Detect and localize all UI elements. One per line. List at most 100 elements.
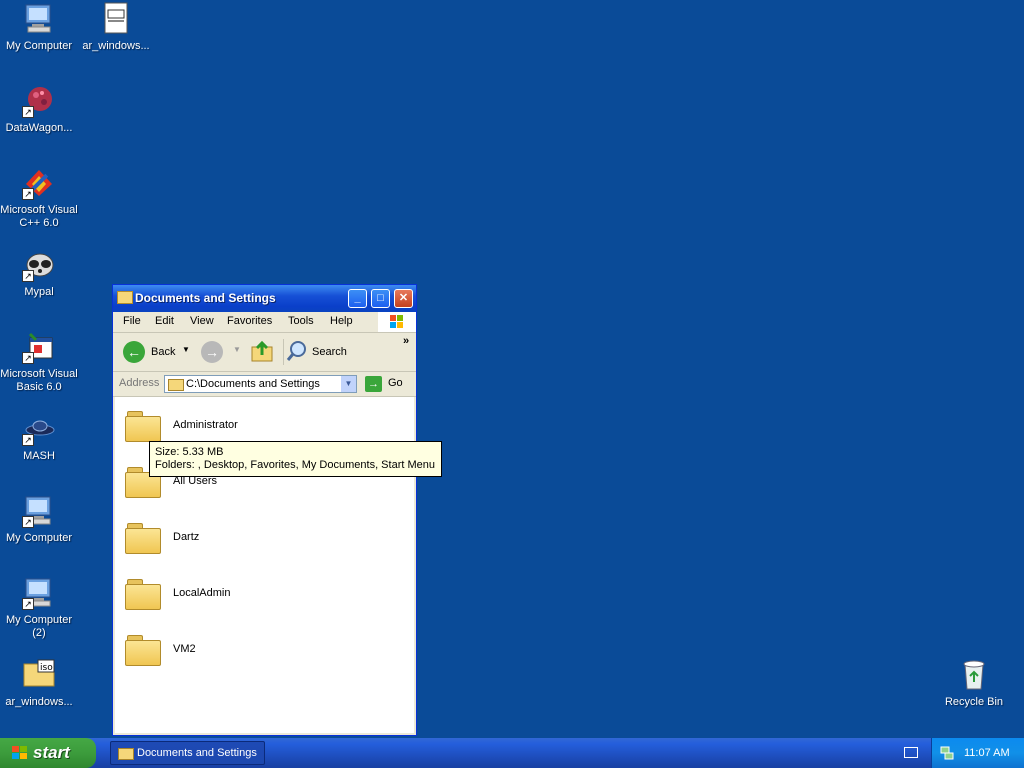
menu-help[interactable]: Help — [330, 315, 353, 327]
svg-text:iso: iso — [40, 663, 53, 673]
desktop-icon-label: My Computer (2) — [5, 614, 73, 639]
desktop-icon-my-computer-2[interactable]: ↗ My Computer (2) — [0, 576, 78, 640]
desktop-icon-label: DataWagon... — [5, 122, 73, 134]
menu-file[interactable]: File — [123, 315, 141, 327]
desktop-icon-label: MASH — [23, 450, 55, 462]
up-folder-icon[interactable] — [250, 339, 274, 363]
menu-favorites[interactable]: Favorites — [227, 315, 272, 327]
clock[interactable]: 11:07 AM — [964, 747, 1010, 759]
desktop-icon-my-computer-shortcut[interactable]: ↗ My Computer — [0, 494, 78, 545]
explorer-window[interactable]: Documents and Settings _ □ ✕ File Edit V… — [112, 284, 417, 736]
shortcut-arrow-icon: ↗ — [22, 598, 34, 610]
back-button-label[interactable]: Back — [151, 346, 175, 358]
search-button-label[interactable]: Search — [312, 346, 347, 358]
toolbar-separator — [283, 339, 284, 365]
list-item[interactable]: LocalAdmin — [123, 575, 393, 619]
folder-name: Dartz — [173, 531, 200, 543]
back-arrow-icon[interactable]: ← — [123, 341, 145, 363]
desktop-icon-label: Mypal — [24, 286, 54, 298]
desktop-icon-datawagon[interactable]: ↗ DataWagon... — [0, 84, 78, 135]
address-bar: Address C:\Documents and Settings ▼ → Go — [113, 372, 416, 397]
folder-icon — [125, 635, 161, 666]
go-arrow-icon[interactable]: → — [365, 376, 382, 392]
desktop-icon-my-computer[interactable]: My Computer — [0, 2, 78, 53]
folder-name: VM2 — [173, 643, 196, 655]
window-title: Documents and Settings — [135, 291, 276, 305]
shortcut-arrow-icon: ↗ — [22, 352, 34, 364]
folder-name: Administrator — [173, 419, 238, 431]
desktop-icon-label: My Computer — [5, 40, 73, 52]
desktop-icon-ar-windows[interactable]: ar_windows... — [77, 2, 155, 53]
desktop-icon-mypal[interactable]: ↗ Mypal — [0, 248, 78, 299]
desktop-icon-label: ar_windows... — [82, 40, 150, 52]
desktop-icon-label: My Computer — [5, 532, 73, 544]
start-button-label: start — [33, 743, 70, 762]
folder-icon — [125, 579, 161, 610]
tooltip-size: Size: 5.33 MB — [155, 446, 224, 458]
menu-view[interactable]: View — [190, 315, 214, 327]
list-item[interactable]: VM2 — [123, 631, 393, 675]
desktop-icon-label: Recycle Bin — [944, 696, 1004, 708]
shortcut-arrow-icon: ↗ — [22, 188, 34, 200]
address-value: C:\Documents and Settings — [186, 378, 320, 390]
toolbar: ← Back ▼ → ▼ Search » — [113, 333, 416, 372]
recycle-bin-icon — [957, 658, 991, 692]
desktop-icon-label: Microsoft Visual Basic 6.0 — [0, 368, 78, 393]
desktop-icon-recycle-bin[interactable]: Recycle Bin — [935, 658, 1013, 709]
windows-flag-icon — [378, 312, 416, 332]
desktop-icon-visual-basic[interactable]: ↗ Microsoft Visual Basic 6.0 — [0, 330, 78, 394]
my-computer-icon: ↗ — [22, 494, 56, 528]
desktop-icon-visual-cpp[interactable]: ↗ Microsoft Visual C++ 6.0 — [0, 166, 78, 230]
visual-cpp-icon: ↗ — [22, 166, 56, 200]
back-dropdown-icon[interactable]: ▼ — [182, 345, 190, 354]
keyboard-icon[interactable] — [904, 747, 918, 758]
minimize-button[interactable]: _ — [348, 289, 367, 308]
search-icon[interactable] — [286, 340, 308, 362]
menu-edit[interactable]: Edit — [155, 315, 174, 327]
address-label: Address — [119, 377, 160, 389]
address-input[interactable]: C:\Documents and Settings ▼ — [164, 375, 357, 393]
mash-icon: ↗ — [22, 412, 56, 446]
datawagon-icon: ↗ — [22, 84, 56, 118]
iso-icon: iso — [22, 658, 56, 692]
network-icon[interactable] — [940, 746, 954, 760]
taskbar-item-documents-and-settings[interactable]: Documents and Settings — [110, 741, 265, 765]
tooltip-folders: Folders: , Desktop, Favorites, My Docume… — [155, 459, 435, 471]
desktop-icon-label: ar_windows... — [5, 696, 73, 708]
document-icon — [99, 2, 133, 36]
folder-icon — [168, 379, 184, 391]
visual-basic-icon: ↗ — [22, 330, 56, 364]
go-button-label[interactable]: Go — [388, 377, 403, 389]
shortcut-arrow-icon: ↗ — [22, 434, 34, 446]
folder-name: LocalAdmin — [173, 587, 231, 599]
folder-icon — [125, 411, 161, 442]
forward-arrow-icon[interactable]: → — [201, 341, 223, 363]
taskbar-item-label: Documents and Settings — [137, 747, 257, 759]
close-button[interactable]: ✕ — [394, 289, 413, 308]
taskbar: start Documents and Settings 11:07 AM — [0, 738, 1024, 768]
folder-icon — [117, 291, 133, 304]
menu-bar: File Edit View Favorites Tools Help — [113, 312, 416, 333]
system-tray: 11:07 AM — [931, 738, 1024, 768]
title-bar[interactable]: Documents and Settings _ □ ✕ — [113, 285, 416, 312]
address-dropdown-icon[interactable]: ▼ — [341, 376, 356, 392]
mypal-icon: ↗ — [22, 248, 56, 282]
menu-tools[interactable]: Tools — [288, 315, 314, 327]
start-button[interactable]: start — [0, 738, 96, 768]
forward-dropdown-icon[interactable]: ▼ — [233, 345, 241, 354]
desktop-icon-ar-windows-iso[interactable]: iso ar_windows... — [0, 658, 78, 709]
windows-flag-icon — [11, 745, 29, 761]
maximize-button[interactable]: □ — [371, 289, 390, 308]
desktop-icon-label: Microsoft Visual C++ 6.0 — [0, 204, 78, 229]
shortcut-arrow-icon: ↗ — [22, 516, 34, 528]
my-computer-icon — [22, 2, 56, 36]
my-computer-icon: ↗ — [22, 576, 56, 610]
list-item[interactable]: Dartz — [123, 519, 393, 563]
folder-tooltip: Size: 5.33 MB Folders: , Desktop, Favori… — [149, 441, 442, 477]
shortcut-arrow-icon: ↗ — [22, 270, 34, 282]
shortcut-arrow-icon: ↗ — [22, 106, 34, 118]
folder-icon — [125, 523, 161, 554]
folder-icon — [118, 748, 134, 760]
toolbar-overflow-chevron-icon[interactable]: » — [403, 335, 409, 347]
desktop-icon-mash[interactable]: ↗ MASH — [0, 412, 78, 463]
